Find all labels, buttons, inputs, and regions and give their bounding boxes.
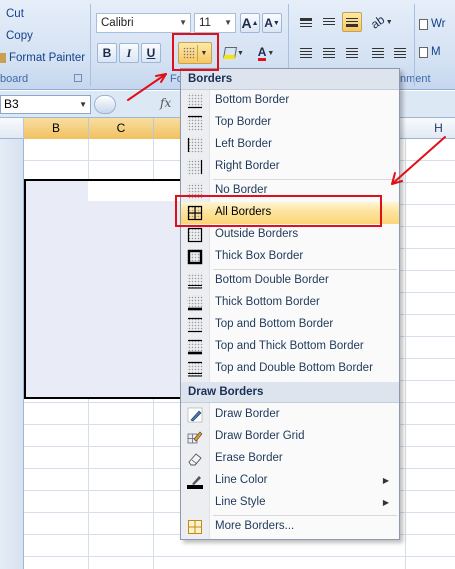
arrow-to-all-borders <box>391 136 446 185</box>
arrow-to-borders-button <box>127 73 167 101</box>
excel-window: Cut Copy Format Painter board Calibri ▼ … <box>0 0 455 569</box>
annotation-arrows <box>127 73 446 185</box>
